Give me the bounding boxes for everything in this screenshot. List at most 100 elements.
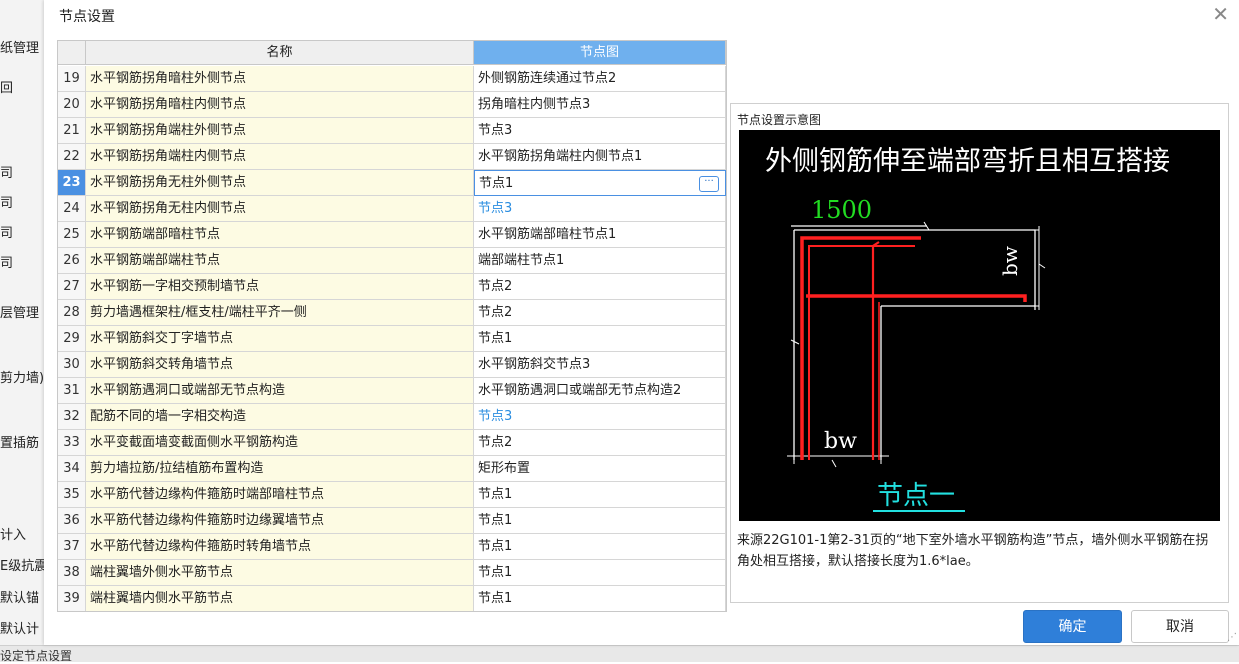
bg-sidebar-item: 默认计 bbox=[0, 622, 40, 637]
cancel-button[interactable]: 取消 bbox=[1131, 610, 1229, 643]
node-settings-table: 名称 节点图 19 水平钢筋拐角暗柱外侧节点 外侧钢筋连续通过节点2 20 水平钢筋拐角… bbox=[57, 40, 727, 612]
row-node-cell[interactable]: 节点1 bbox=[474, 326, 726, 352]
row-node-cell[interactable]: 节点2 bbox=[474, 300, 726, 326]
table-row[interactable]: 34 剪力墙拉筋/拉结植筋布置构造 矩形布置 bbox=[58, 456, 726, 482]
row-number[interactable]: 33 bbox=[58, 430, 86, 456]
dialog-title: 节点设置 bbox=[59, 9, 115, 25]
table-row[interactable]: 35 水平筋代替边缘构件箍筋时端部暗柱节点 节点1 bbox=[58, 482, 726, 508]
row-number[interactable]: 31 bbox=[58, 378, 86, 404]
table-row[interactable]: 25 水平钢筋端部暗柱节点 水平钢筋端部暗柱节点1 bbox=[58, 222, 726, 248]
row-name-cell[interactable]: 水平钢筋斜交丁字墙节点 bbox=[86, 326, 474, 352]
row-node-cell[interactable]: 节点3 bbox=[474, 404, 726, 430]
table-row[interactable]: 31 水平钢筋遇洞口或端部无节点构造 水平钢筋遇洞口或端部无节点构造2 bbox=[58, 378, 726, 404]
table-row[interactable]: 28 剪力墙遇框架柱/框支柱/端柱平齐一侧 节点2 bbox=[58, 300, 726, 326]
row-number[interactable]: 39 bbox=[58, 586, 86, 611]
row-node-cell[interactable]: 节点2 bbox=[474, 430, 726, 456]
row-node-cell[interactable]: 节点1 bbox=[474, 482, 726, 508]
row-name-cell[interactable]: 水平变截面墙变截面侧水平钢筋构造 bbox=[86, 430, 474, 456]
row-node-cell[interactable]: 拐角暗柱内侧节点3 bbox=[474, 92, 726, 118]
row-node-cell[interactable]: 节点3 bbox=[474, 118, 726, 144]
row-number[interactable]: 20 bbox=[58, 92, 86, 118]
table-row[interactable]: 26 水平钢筋端部端柱节点 端部端柱节点1 bbox=[58, 248, 726, 274]
row-number[interactable]: 30 bbox=[58, 352, 86, 378]
row-name-cell[interactable]: 水平钢筋遇洞口或端部无节点构造 bbox=[86, 378, 474, 404]
table-row[interactable]: 22 水平钢筋拐角端柱内侧节点 水平钢筋拐角端柱内侧节点1 bbox=[58, 144, 726, 170]
row-node-cell[interactable]: 节点3 bbox=[474, 196, 726, 222]
row-name-cell[interactable]: 水平筋代替边缘构件箍筋时端部暗柱节点 bbox=[86, 482, 474, 508]
table-row[interactable]: 32 配筋不同的墙一字相交构造 节点3 bbox=[58, 404, 726, 430]
row-number[interactable]: 29 bbox=[58, 326, 86, 352]
row-number[interactable]: 19 bbox=[58, 66, 86, 92]
row-node-cell[interactable]: 矩形布置 bbox=[474, 456, 726, 482]
row-number[interactable]: 21 bbox=[58, 118, 86, 144]
row-number[interactable]: 23 bbox=[58, 170, 86, 196]
row-node-cell[interactable]: 水平钢筋端部暗柱节点1 bbox=[474, 222, 726, 248]
table-row[interactable]: 33 水平变截面墙变截面侧水平钢筋构造 节点2 bbox=[58, 430, 726, 456]
table-row[interactable]: 20 水平钢筋拐角暗柱内侧节点 拐角暗柱内侧节点3 bbox=[58, 92, 726, 118]
ok-button[interactable]: 确定 bbox=[1023, 610, 1122, 643]
bg-sidebar-item: E级抗震 bbox=[0, 559, 45, 574]
row-name-cell[interactable]: 水平钢筋拐角无柱外侧节点 bbox=[86, 170, 474, 196]
row-number[interactable]: 27 bbox=[58, 274, 86, 300]
row-name-cell[interactable]: 水平钢筋拐角暗柱内侧节点 bbox=[86, 92, 474, 118]
row-name-cell[interactable]: 水平钢筋拐角暗柱外侧节点 bbox=[86, 66, 474, 92]
table-row[interactable]: 36 水平筋代替边缘构件箍筋时边缘翼墙节点 节点1 bbox=[58, 508, 726, 534]
diagram-caption: 节点一 bbox=[877, 481, 955, 511]
row-name-cell[interactable]: 水平钢筋拐角无柱内侧节点 bbox=[86, 196, 474, 222]
row-node-cell[interactable]: 水平钢筋斜交节点3 bbox=[474, 352, 726, 378]
table-row[interactable]: 39 端柱翼墙内侧水平筋节点 节点1 bbox=[58, 586, 726, 611]
row-node-cell[interactable]: 节点1 bbox=[474, 534, 726, 560]
close-icon[interactable]: ✕ bbox=[1212, 2, 1229, 26]
table-row[interactable]: 29 水平钢筋斜交丁字墙节点 节点1 bbox=[58, 326, 726, 352]
row-node-value: 外侧钢筋连续通过节点2 bbox=[478, 71, 617, 86]
row-number[interactable]: 34 bbox=[58, 456, 86, 482]
table-row[interactable]: 24 水平钢筋拐角无柱内侧节点 节点3 bbox=[58, 196, 726, 222]
table-row[interactable]: 38 端柱翼墙外侧水平筋节点 节点1 bbox=[58, 560, 726, 586]
table-row[interactable]: 19 水平钢筋拐角暗柱外侧节点 外侧钢筋连续通过节点2 bbox=[58, 66, 726, 92]
row-number[interactable]: 25 bbox=[58, 222, 86, 248]
row-name-cell[interactable]: 水平钢筋斜交转角墙节点 bbox=[86, 352, 474, 378]
row-node-cell[interactable]: 节点1 bbox=[474, 560, 726, 586]
table-row[interactable]: 30 水平钢筋斜交转角墙节点 水平钢筋斜交节点3 bbox=[58, 352, 726, 378]
row-name-cell[interactable]: 配筋不同的墙一字相交构造 bbox=[86, 404, 474, 430]
row-number[interactable]: 36 bbox=[58, 508, 86, 534]
table-row[interactable]: 37 水平筋代替边缘构件箍筋时转角墙节点 节点1 bbox=[58, 534, 726, 560]
row-node-value: 节点2 bbox=[478, 279, 513, 294]
table-row[interactable]: 21 水平钢筋拐角端柱外侧节点 节点3 bbox=[58, 118, 726, 144]
row-number[interactable]: 32 bbox=[58, 404, 86, 430]
row-node-cell[interactable]: 节点2 bbox=[474, 274, 726, 300]
column-header-node[interactable]: 节点图 bbox=[474, 41, 726, 65]
row-number[interactable]: 26 bbox=[58, 248, 86, 274]
resize-grip-icon[interactable]: ⋰ bbox=[1227, 632, 1237, 643]
row-name-cell[interactable]: 水平钢筋端部端柱节点 bbox=[86, 248, 474, 274]
row-name-cell[interactable]: 水平筋代替边缘构件箍筋时转角墙节点 bbox=[86, 534, 474, 560]
table-row[interactable]: 23 水平钢筋拐角无柱外侧节点 节点1 ··· bbox=[58, 170, 726, 196]
row-number[interactable]: 22 bbox=[58, 144, 86, 170]
row-node-value: 节点1 bbox=[479, 176, 514, 191]
bg-sidebar-item: 司 bbox=[0, 226, 14, 241]
column-header-name[interactable]: 名称 bbox=[86, 41, 474, 65]
row-number[interactable]: 24 bbox=[58, 196, 86, 222]
row-name-cell[interactable]: 水平钢筋端部暗柱节点 bbox=[86, 222, 474, 248]
table-row[interactable]: 27 水平钢筋一字相交预制墙节点 节点2 bbox=[58, 274, 726, 300]
row-number[interactable]: 38 bbox=[58, 560, 86, 586]
row-node-cell[interactable]: 水平钢筋拐角端柱内侧节点1 bbox=[474, 144, 726, 170]
row-number[interactable]: 35 bbox=[58, 482, 86, 508]
row-node-cell[interactable]: 节点1 bbox=[474, 508, 726, 534]
row-name-cell[interactable]: 剪力墙拉筋/拉结植筋布置构造 bbox=[86, 456, 474, 482]
row-number[interactable]: 28 bbox=[58, 300, 86, 326]
row-name-cell[interactable]: 水平钢筋拐角端柱内侧节点 bbox=[86, 144, 474, 170]
row-node-cell[interactable]: 节点1 bbox=[474, 586, 726, 611]
row-node-cell[interactable]: 水平钢筋遇洞口或端部无节点构造2 bbox=[474, 378, 726, 404]
row-number[interactable]: 37 bbox=[58, 534, 86, 560]
row-name-cell[interactable]: 水平筋代替边缘构件箍筋时边缘翼墙节点 bbox=[86, 508, 474, 534]
row-name-cell[interactable]: 端柱翼墙内侧水平筋节点 bbox=[86, 586, 474, 611]
row-node-cell[interactable]: 外侧钢筋连续通过节点2 bbox=[474, 66, 726, 92]
row-node-cell[interactable]: 节点1 ··· bbox=[474, 170, 726, 196]
row-name-cell[interactable]: 剪力墙遇框架柱/框支柱/端柱平齐一侧 bbox=[86, 300, 474, 326]
row-name-cell[interactable]: 水平钢筋拐角端柱外侧节点 bbox=[86, 118, 474, 144]
row-name-cell[interactable]: 水平钢筋一字相交预制墙节点 bbox=[86, 274, 474, 300]
more-options-icon[interactable]: ··· bbox=[699, 176, 719, 192]
row-name-cell[interactable]: 端柱翼墙外侧水平筋节点 bbox=[86, 560, 474, 586]
row-node-cell[interactable]: 端部端柱节点1 bbox=[474, 248, 726, 274]
